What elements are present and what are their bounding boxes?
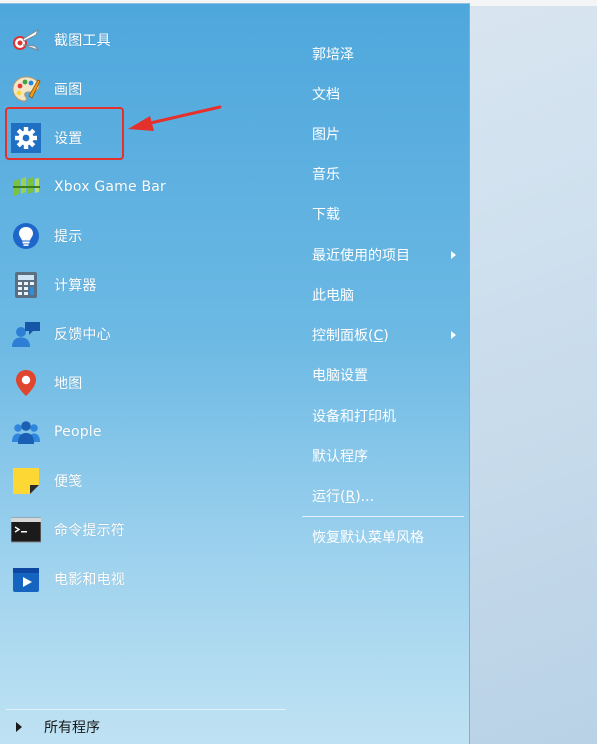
app-calculator[interactable]: 计算器 [6,263,286,307]
annotation-arrow-icon [128,105,222,131]
places-panel: 郭培泽 文档 图片 音乐 下载 最近使用的项目 此电脑 控制面板(C) 电脑设置… [300,4,468,744]
movies-tv-icon [10,563,42,595]
place-restore-default-style[interactable]: 恢复默认菜单风格 [300,521,464,553]
submenu-arrow-icon [451,331,456,339]
place-label: 郭培泽 [312,47,354,63]
feedback-hub-icon [10,318,42,350]
app-label: 计算器 [54,278,97,294]
app-sticky-notes[interactable]: 便笺 [6,459,286,503]
app-label: People [54,424,102,440]
place-label: 设备和打印机 [312,409,396,425]
place-devices-printers[interactable]: 设备和打印机 [300,400,464,432]
place-label: 此电脑 [312,288,354,304]
place-pictures[interactable]: 图片 [300,118,464,150]
triangle-right-icon [16,722,22,732]
app-label: 电影和电视 [54,572,125,588]
place-this-pc[interactable]: 此电脑 [300,279,464,311]
divider [6,709,286,710]
all-programs-button[interactable]: 所有程序 [6,713,286,741]
paint-palette-icon [10,73,42,105]
place-label: 文档 [312,87,340,103]
app-people[interactable]: People [6,410,286,454]
app-label: 截图工具 [54,33,111,49]
place-music[interactable]: 音乐 [300,158,464,190]
app-tips[interactable]: 提示 [6,214,286,258]
submenu-arrow-icon [451,251,456,259]
place-label: 默认程序 [312,449,368,465]
place-control-panel[interactable]: 控制面板(C) [300,319,464,351]
xbox-game-bar-icon [10,171,42,203]
place-recent-items[interactable]: 最近使用的项目 [300,239,464,271]
calculator-icon [10,269,42,301]
app-xbox-game-bar[interactable]: Xbox Game Bar [6,165,286,209]
place-run[interactable]: 运行(R)... [300,480,464,512]
divider [302,516,464,517]
app-label: 便笺 [54,474,83,490]
tips-lightbulb-icon [10,220,42,252]
app-label: Xbox Game Bar [54,179,167,195]
app-snipping-tool[interactable]: 截图工具 [6,18,286,62]
annotation-highlight-box [5,107,124,160]
app-label: 画图 [54,82,83,98]
place-label: 恢复默认菜单风格 [312,530,424,546]
sticky-notes-icon [10,465,42,497]
all-programs-label: 所有程序 [44,720,100,736]
place-downloads[interactable]: 下载 [300,198,464,230]
app-feedback-hub[interactable]: 反馈中心 [6,312,286,356]
app-label: 提示 [54,229,83,245]
place-label: 控制面板(C) [312,328,389,344]
map-pin-icon [10,367,42,399]
place-label: 最近使用的项目 [312,248,410,264]
place-user-folder[interactable]: 郭培泽 [300,38,464,70]
place-label: 下载 [312,207,340,223]
place-label: 音乐 [312,167,340,183]
place-documents[interactable]: 文档 [300,78,464,110]
app-label: 地图 [54,376,83,392]
app-label: 命令提示符 [54,523,125,539]
place-label: 运行(R)... [312,489,375,505]
place-pc-settings[interactable]: 电脑设置 [300,359,464,391]
place-default-programs[interactable]: 默认程序 [300,440,464,472]
place-label: 电脑设置 [312,368,368,384]
command-prompt-icon [10,514,42,546]
app-command-prompt[interactable]: 命令提示符 [6,508,286,552]
app-maps[interactable]: 地图 [6,361,286,405]
place-label: 图片 [312,127,340,143]
app-label: 反馈中心 [54,327,111,343]
snipping-tool-icon [10,24,42,56]
app-movies-tv[interactable]: 电影和电视 [6,557,286,601]
people-icon [10,416,42,448]
